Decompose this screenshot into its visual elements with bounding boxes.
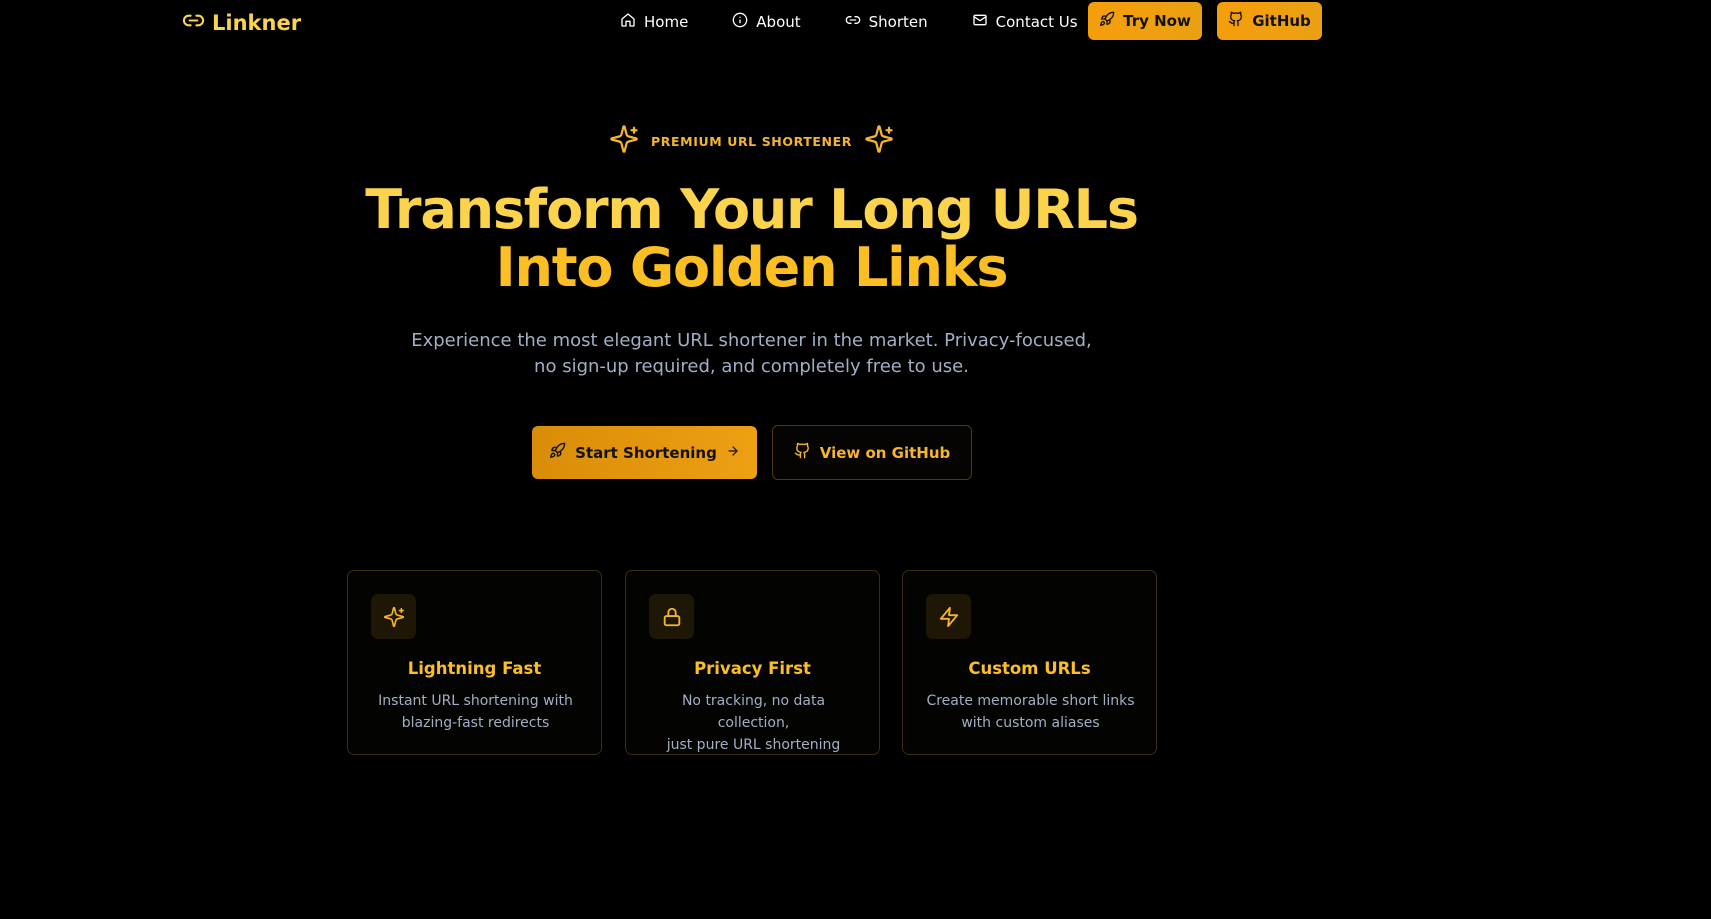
- top-navbar: Linkner Home About Shorten Contact Us Tr…: [0, 0, 1711, 44]
- feature-title: Lightning Fast: [407, 659, 542, 678]
- start-shortening-button[interactable]: Start Shortening: [532, 426, 757, 479]
- nav-item-about[interactable]: About: [732, 11, 801, 33]
- try-now-label: Try Now: [1123, 12, 1191, 30]
- logo-link[interactable]: Linkner: [182, 9, 301, 36]
- github-icon: [1228, 11, 1244, 31]
- nav-item-home-label: Home: [644, 13, 689, 31]
- feature-card-custom-urls: Custom URLs Create memorable short links…: [902, 570, 1157, 755]
- zap-icon: [926, 594, 971, 639]
- lock-icon: [649, 594, 694, 639]
- info-icon: [732, 12, 748, 32]
- feature-description-line1: Create memorable short links: [926, 693, 1135, 709]
- github-nav-button[interactable]: GitHub: [1217, 2, 1322, 40]
- hero-subtitle-line1: Experience the most elegant URL shortene…: [411, 330, 1092, 351]
- view-on-github-label: View on GitHub: [819, 443, 951, 462]
- arrow-right-icon: [726, 444, 740, 462]
- sparkles-icon: [371, 594, 416, 639]
- rocket-icon: [1099, 11, 1115, 31]
- sparkles-icon: [864, 124, 894, 158]
- feature-card-privacy-first: Privacy First No tracking, no data colle…: [625, 570, 880, 755]
- link-icon: [182, 9, 205, 36]
- link-icon: [845, 12, 861, 32]
- nav-item-about-label: About: [756, 13, 801, 31]
- hero-subtitle-line2: no sign-up required, and completely free…: [534, 356, 969, 377]
- nav-item-home[interactable]: Home: [620, 11, 688, 33]
- feature-description: Create memorable short links with custom…: [921, 690, 1140, 734]
- feature-title: Privacy First: [694, 659, 811, 678]
- nav-links: Home About Shorten Contact Us: [620, 11, 1078, 33]
- hero-headline: Transform Your Long URLs Into Golden Lin…: [0, 181, 1503, 297]
- nav-item-shorten[interactable]: Shorten: [845, 11, 928, 33]
- nav-item-contact-label: Contact Us: [995, 13, 1078, 31]
- feature-title: Custom URLs: [968, 659, 1091, 678]
- logo-text: Linkner: [212, 10, 302, 35]
- feature-description-line2: just pure URL shortening: [666, 737, 841, 753]
- view-on-github-button[interactable]: View on GitHub: [772, 425, 972, 480]
- home-icon: [620, 12, 636, 32]
- nav-item-shorten-label: Shorten: [868, 13, 928, 31]
- start-shortening-label: Start Shortening: [575, 443, 717, 462]
- feature-description-line2: blazing-fast redirects: [401, 715, 550, 731]
- sparkles-icon: [609, 124, 639, 158]
- hero-headline-line1: Transform Your Long URLs: [365, 178, 1139, 241]
- page: Linkner Home About Shorten Contact Us Tr…: [0, 0, 1711, 919]
- hero-badge: PREMIUM URL SHORTENER: [0, 124, 1503, 158]
- github-icon: [794, 442, 811, 463]
- feature-description-line2: with custom aliases: [961, 715, 1100, 731]
- hero-headline-line2: Into Golden Links: [495, 236, 1009, 299]
- feature-card-lightning-fast: Lightning Fast Instant URL shortening wi…: [347, 570, 602, 755]
- mail-icon: [972, 12, 988, 32]
- nav-item-contact[interactable]: Contact Us: [972, 11, 1078, 33]
- hero-badge-text: PREMIUM URL SHORTENER: [651, 133, 852, 149]
- feature-description: Instant URL shortening with blazing-fast…: [366, 690, 585, 734]
- feature-description-line1: No tracking, no data collection,: [681, 693, 826, 731]
- github-nav-label: GitHub: [1252, 12, 1311, 30]
- feature-description-line1: Instant URL shortening with: [378, 693, 573, 709]
- rocket-icon: [549, 442, 566, 463]
- try-now-button[interactable]: Try Now: [1088, 2, 1202, 40]
- hero-subtitle: Experience the most elegant URL shortene…: [0, 328, 1503, 380]
- feature-description: No tracking, no data collection, just pu…: [644, 690, 863, 756]
